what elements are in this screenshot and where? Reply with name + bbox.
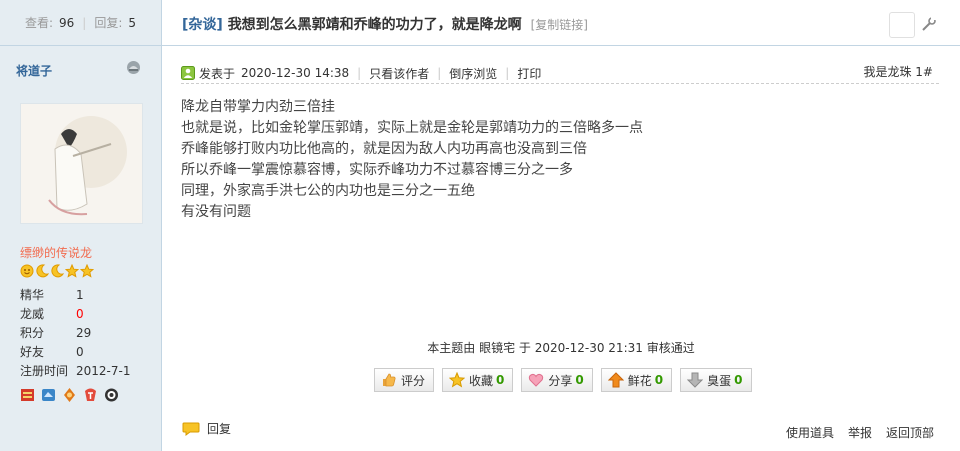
- wrench-icon[interactable]: [921, 16, 937, 32]
- only-author-link[interactable]: 只看该作者: [369, 65, 429, 82]
- thumb-up-icon: [383, 373, 396, 387]
- post-line: 所以乔峰一掌震惊慕容博，实际乔峰功力不过慕容博三分之一多: [181, 162, 573, 178]
- profile-row: 积分 29: [20, 324, 130, 343]
- speech-bubble-icon: [182, 422, 200, 436]
- profile-key: 好友: [20, 345, 45, 359]
- floor-label: 我是龙珠 1#: [863, 63, 933, 80]
- sun-icon: [20, 264, 34, 278]
- author-sidebar: 查看: 96 | 回复: 5 将道子 缥缈的传说龙 精华 1 龙威 0 积分 29 好友 0…: [0, 0, 162, 451]
- avatar-image: [21, 104, 142, 223]
- medal-list: [20, 387, 119, 403]
- author-name[interactable]: 将道子: [16, 62, 52, 79]
- egg-count: 0: [734, 373, 743, 387]
- back-to-top-link[interactable]: 返回顶部: [886, 424, 934, 441]
- profile-row: 龙威 0: [20, 305, 130, 324]
- thread-title-text: 我想到怎么黑郭靖和乔峰的功力了，就是降龙啊: [227, 17, 522, 33]
- reply-button[interactable]: 回复: [182, 420, 231, 437]
- moon-icon: [35, 264, 50, 278]
- thread-title: [杂谈] 我想到怎么黑郭靖和乔峰的功力了，就是降龙啊 [复制链接]: [182, 17, 588, 33]
- post-meta-bar: 发表于 2020-12-30 14:38 | 只看该作者 | 倒序浏览 | 打印…: [181, 63, 939, 84]
- profile-value: 2012-7-1: [76, 364, 131, 378]
- medal-icon[interactable]: [41, 387, 56, 403]
- online-post-icon: [181, 66, 195, 80]
- views-count: 96: [59, 15, 75, 30]
- post-actions: 评分 收藏 0 分享 0 鲜花 0 臭蛋 0: [374, 368, 752, 392]
- post-content: 降龙自带掌力内劲三倍挂 也就是说，比如金轮掌压郭靖，实际上就是金轮是郭靖功力的三…: [181, 97, 921, 223]
- share-count: 0: [575, 373, 584, 387]
- egg-label: 臭蛋: [707, 373, 732, 388]
- thread-header: [杂谈] 我想到怎么黑郭靖和乔峰的功力了，就是降龙啊 [复制链接]: [162, 0, 960, 46]
- profile-stats: 精华 1 龙威 0 积分 29 好友 0 注册时间 2012-7-1: [20, 286, 130, 381]
- profile-row: 精华 1: [20, 286, 130, 305]
- profile-key: 龙威: [20, 307, 45, 321]
- medal-icon[interactable]: [83, 387, 98, 403]
- star-icon: [449, 372, 466, 388]
- arrow-down-icon: [687, 372, 704, 388]
- avatar[interactable]: [20, 103, 143, 224]
- profile-key: 注册时间: [20, 364, 69, 378]
- star-icon: [79, 263, 95, 278]
- heart-icon: [529, 373, 544, 387]
- share-button[interactable]: 分享 0: [521, 368, 593, 392]
- post-line: 同理，外家高手洪七公的内功也是三分之一五绝: [181, 183, 475, 199]
- report-link[interactable]: 举报: [848, 424, 872, 441]
- profile-value[interactable]: 0: [76, 305, 84, 324]
- post-line: 乔峰能够打败内功比他高的，就是因为敌人内功再高也没高到三倍: [181, 141, 587, 157]
- rate-label: 评分: [401, 373, 426, 388]
- review-note: 本主题由 眼镜宅 于 2020-12-30 21:31 审核通过: [427, 341, 695, 355]
- flower-label: 鲜花: [627, 373, 652, 388]
- favorite-label: 收藏: [469, 373, 494, 388]
- egg-button[interactable]: 臭蛋 0: [680, 368, 752, 392]
- post-line: 有没有问题: [181, 204, 251, 220]
- post-footer: 回复 使用道具 举报 返回顶部: [162, 418, 960, 444]
- favorite-button[interactable]: 收藏 0: [442, 368, 514, 392]
- favorite-count: 0: [496, 373, 505, 387]
- offline-status-icon: [127, 61, 140, 74]
- rate-button[interactable]: 评分: [374, 368, 435, 392]
- star-icon: [64, 263, 80, 278]
- copy-link-button[interactable]: [复制链接]: [531, 18, 588, 32]
- print-link[interactable]: 打印: [517, 65, 541, 82]
- flower-button[interactable]: 鲜花 0: [600, 368, 673, 392]
- reverse-order-link[interactable]: 倒序浏览: [449, 65, 497, 82]
- medal-icon[interactable]: [104, 387, 119, 403]
- replies-count: 5: [128, 15, 137, 30]
- arrow-up-icon: [607, 372, 624, 388]
- favorite-box-button[interactable]: [889, 12, 915, 38]
- use-tool-link[interactable]: 使用道具: [786, 424, 834, 441]
- footer-links: 使用道具 举报 返回顶部: [786, 424, 934, 441]
- posted-prefix: 发表于: [199, 66, 236, 81]
- profile-row: 好友 0: [20, 343, 130, 362]
- profile-key: 精华: [20, 288, 45, 302]
- replies-label: 回复:: [94, 16, 123, 30]
- flower-count: 0: [654, 373, 664, 387]
- thread-stats: 查看: 96 | 回复: 5: [0, 0, 161, 46]
- profile-row: 注册时间 2012-7-1: [20, 362, 130, 381]
- reply-label: 回复: [207, 422, 232, 436]
- rank-stars: [20, 263, 95, 278]
- user-rank[interactable]: 缥缈的传说龙: [20, 244, 92, 261]
- profile-value[interactable]: 29: [76, 324, 91, 343]
- post-line: 降龙自带掌力内劲三倍挂: [181, 99, 335, 115]
- moon-icon: [50, 264, 65, 278]
- medal-icon[interactable]: [20, 387, 35, 403]
- posted-time: 2020-12-30 14:38: [241, 66, 350, 80]
- floor-name[interactable]: 我是龙珠: [863, 65, 911, 79]
- post-line: 也就是说，比如金轮掌压郭靖，实际上就是金轮是郭靖功力的三倍略多一点: [181, 120, 643, 136]
- share-label: 分享: [548, 373, 573, 388]
- floor-number[interactable]: 1#: [915, 65, 933, 79]
- profile-value[interactable]: 1: [76, 286, 84, 305]
- category-link[interactable]: 杂谈: [188, 17, 216, 33]
- profile-key: 积分: [20, 326, 45, 340]
- profile-value[interactable]: 0: [76, 343, 84, 362]
- views-label: 查看:: [24, 16, 54, 30]
- medal-icon[interactable]: [62, 387, 77, 403]
